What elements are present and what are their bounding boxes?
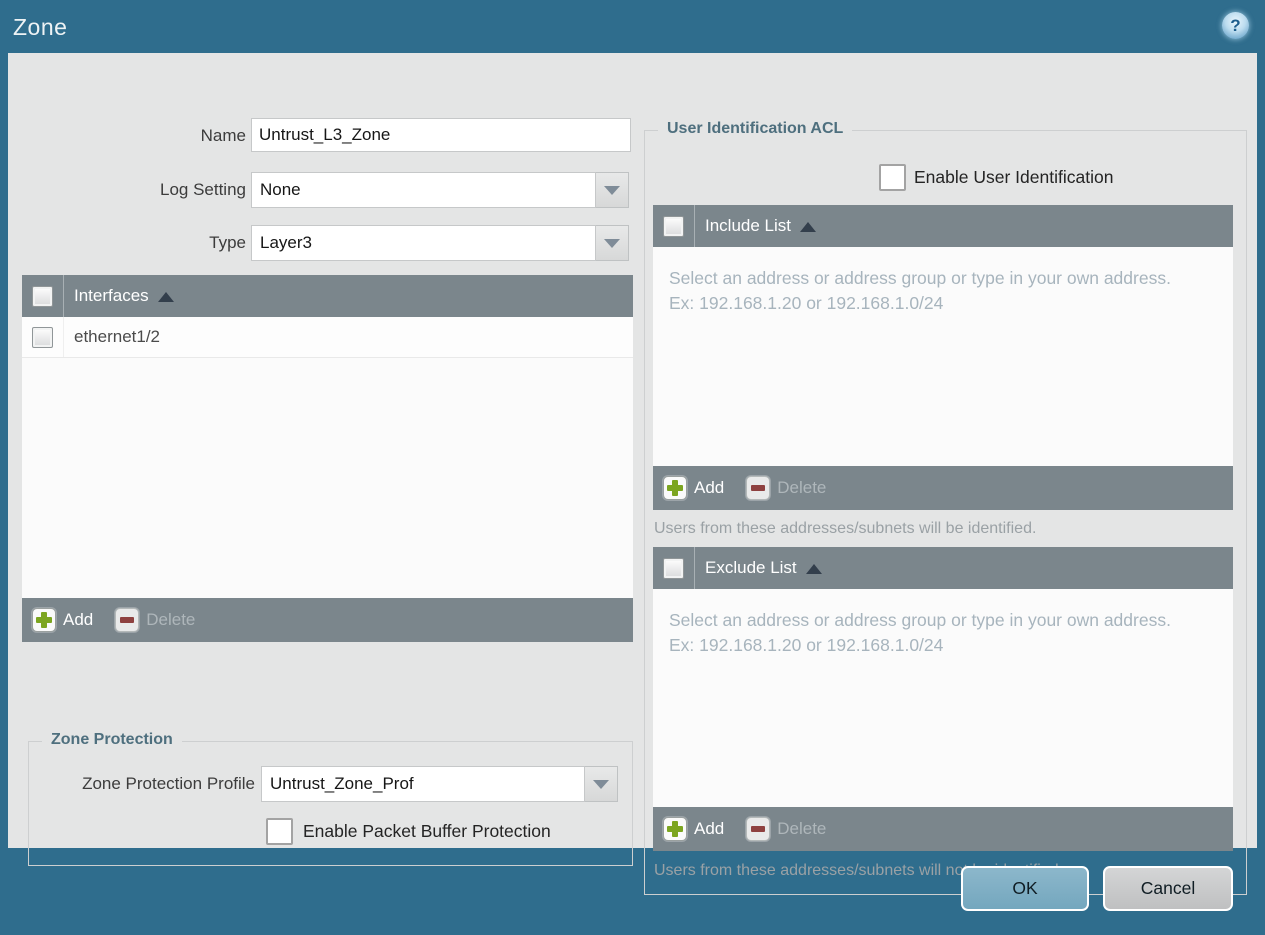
ok-button[interactable]: OK	[961, 866, 1089, 911]
dialog-titlebar: Zone ?	[0, 0, 1265, 53]
add-button[interactable]: Add	[32, 608, 93, 632]
exclude-add-button[interactable]: Add	[663, 817, 724, 841]
include-add-button[interactable]: Add	[663, 476, 724, 500]
dialog-title: Zone	[13, 14, 68, 40]
sort-ascending-icon	[157, 292, 174, 302]
user-id-acl-legend: User Identification ACL	[658, 120, 853, 138]
sort-ascending-icon	[800, 222, 816, 232]
add-button-label: Add	[694, 478, 725, 497]
interfaces-table: Interfaces ethernet1/2 Add Delete	[22, 275, 633, 642]
enable-user-identification-checkbox[interactable]	[879, 164, 906, 191]
include-list-column-header[interactable]: Include List	[705, 216, 791, 236]
exclude-list-body[interactable]: Select an address or address group or ty…	[653, 589, 1233, 807]
ok-button-label: OK	[1012, 878, 1038, 898]
exclude-list-table: Exclude List Select an address or addres…	[653, 547, 1233, 851]
interfaces-table-header: Interfaces	[22, 275, 633, 317]
log-setting-select[interactable]: None	[251, 172, 596, 208]
exclude-list-placeholder: Select an address or address group or ty…	[669, 610, 1171, 655]
include-list-table: Include List Select an address or addres…	[653, 205, 1233, 510]
include-list-body[interactable]: Select an address or address group or ty…	[653, 247, 1233, 466]
add-button-label: Add	[63, 610, 94, 629]
interfaces-select-all-checkbox[interactable]	[32, 285, 53, 307]
exclude-delete-button[interactable]: Delete	[746, 817, 826, 841]
zone-protection-fieldset: Zone Protection	[28, 731, 633, 866]
interfaces-table-body: ethernet1/2	[22, 317, 633, 598]
exclude-list-header: Exclude List	[653, 547, 1233, 589]
table-row[interactable]: ethernet1/2	[22, 317, 633, 358]
minus-icon	[115, 608, 140, 632]
delete-button-label: Delete	[146, 610, 196, 629]
interfaces-column-header[interactable]: Interfaces	[74, 286, 149, 306]
chevron-down-icon	[604, 185, 620, 195]
zone-protection-profile-select[interactable]: Untrust_Zone_Prof	[261, 766, 585, 802]
exclude-select-all-checkbox[interactable]	[663, 557, 684, 579]
include-list-header: Include List	[653, 205, 1233, 247]
type-value: Layer3	[260, 233, 312, 252]
plus-icon	[663, 476, 687, 500]
include-list-toolbar: Add Delete	[653, 466, 1233, 510]
minus-icon	[746, 476, 771, 500]
delete-button-label: Delete	[777, 819, 827, 838]
cancel-button-label: Cancel	[1140, 878, 1196, 898]
cancel-button[interactable]: Cancel	[1103, 866, 1233, 911]
type-label: Type	[209, 233, 246, 252]
packet-buffer-protection-checkbox[interactable]	[266, 818, 293, 845]
type-dropdown-button[interactable]	[596, 225, 629, 261]
interface-name: ethernet1/2	[74, 327, 161, 346]
zone-protection-profile-dropdown-button[interactable]	[585, 766, 618, 802]
delete-button[interactable]: Delete	[115, 608, 195, 632]
add-button-label: Add	[694, 819, 725, 838]
interfaces-table-toolbar: Add Delete	[22, 598, 633, 642]
packet-buffer-protection-label: Enable Packet Buffer Protection	[303, 821, 551, 841]
include-select-all-checkbox[interactable]	[663, 215, 684, 237]
log-setting-label: Log Setting	[159, 180, 246, 199]
help-icon[interactable]: ?	[1222, 12, 1249, 39]
name-label: Name	[200, 126, 246, 145]
dialog-content: Name Log Setting None Type Layer3 Interf…	[8, 53, 1257, 895]
include-list-placeholder: Select an address or address group or ty…	[669, 268, 1171, 313]
delete-button-label: Delete	[777, 478, 827, 497]
zone-protection-legend: Zone Protection	[42, 731, 182, 749]
type-select[interactable]: Layer3	[251, 225, 596, 261]
plus-icon	[663, 817, 687, 841]
name-input[interactable]	[251, 118, 631, 152]
sort-ascending-icon	[805, 564, 822, 574]
chevron-down-icon	[604, 238, 620, 248]
chevron-down-icon	[593, 779, 609, 789]
plus-icon	[32, 608, 56, 632]
log-setting-dropdown-button[interactable]	[596, 172, 629, 208]
include-list-note: Users from these addresses/subnets will …	[654, 520, 1037, 537]
log-setting-value: None	[260, 180, 301, 199]
enable-user-identification-label: Enable User Identification	[914, 167, 1114, 187]
include-delete-button[interactable]: Delete	[746, 476, 826, 500]
row-checkbox[interactable]	[32, 326, 53, 348]
exclude-list-toolbar: Add Delete	[653, 807, 1233, 851]
zone-protection-profile-value: Untrust_Zone_Prof	[270, 774, 414, 793]
zone-protection-profile-label: Zone Protection Profile	[82, 774, 255, 793]
exclude-list-column-header[interactable]: Exclude List	[705, 558, 797, 578]
minus-icon	[746, 817, 771, 841]
